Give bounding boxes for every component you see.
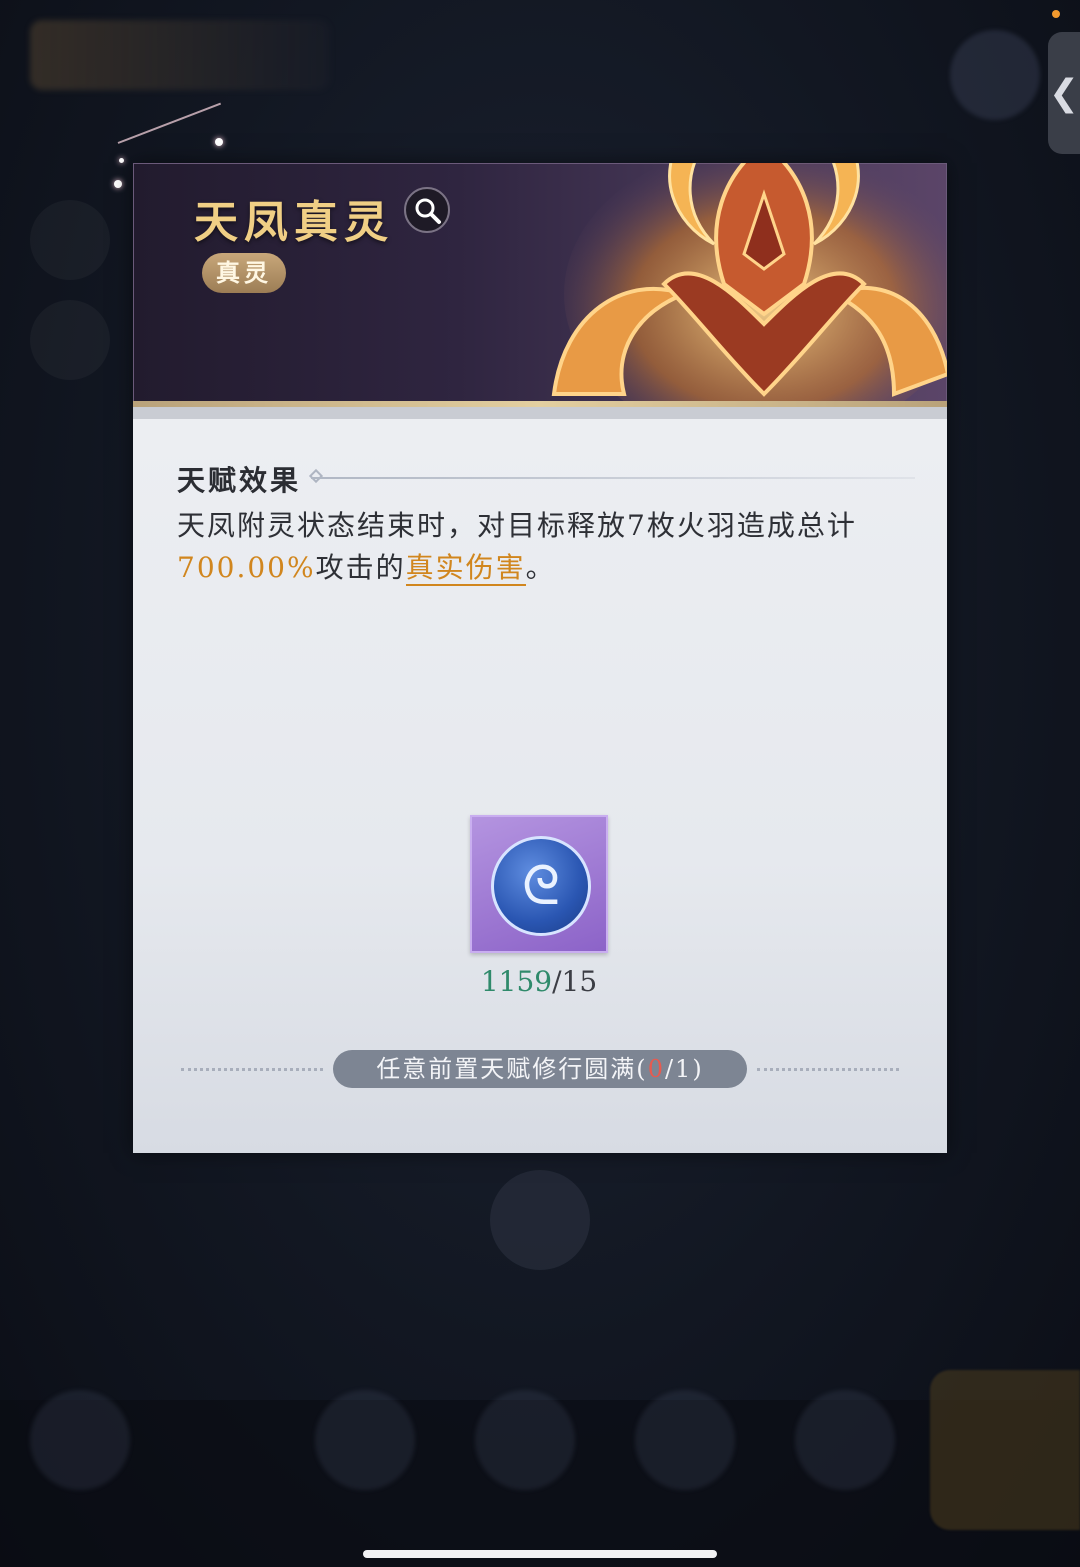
- talent-detail-panel: 天凤真灵 真灵 天赋效果 天凤附灵状态结束时，对目标释放7枚火羽造成总计 700.…: [133, 163, 947, 1153]
- panel-body: 天赋效果 天凤附灵状态结束时，对目标释放7枚火羽造成总计 700.00%攻击的真实…: [133, 419, 947, 1153]
- constellation-star: [114, 180, 122, 188]
- inspect-button[interactable]: [404, 187, 450, 233]
- home-indicator: [363, 1550, 717, 1558]
- item-count: 1159/15: [470, 965, 608, 998]
- item-separator: /: [552, 965, 562, 998]
- background-avatar-blur: [950, 30, 1040, 120]
- section-title: 天赋效果: [177, 464, 302, 497]
- desc-text: 攻击的: [315, 551, 406, 584]
- search-icon: [415, 198, 441, 224]
- nav-icon[interactable]: [315, 1390, 415, 1490]
- section-ornament: [308, 468, 324, 484]
- nav-icon[interactable]: [635, 1390, 735, 1490]
- requirement-dots: [757, 1068, 899, 1071]
- header-divider-shadow: [133, 407, 947, 419]
- requirement-dots: [181, 1068, 323, 1071]
- cost-item-slot[interactable]: ᘓ: [470, 815, 608, 953]
- requirement-text: 任意前置天赋修行圆满(: [376, 1055, 648, 1083]
- constellation-star: [215, 138, 223, 146]
- nav-icon[interactable]: [475, 1390, 575, 1490]
- side-collapse-tab[interactable]: ❮: [1048, 32, 1080, 154]
- background-node: [490, 1170, 590, 1270]
- background-blur: [30, 300, 110, 380]
- notification-dot: [1052, 10, 1060, 18]
- damage-percent: 700.00%: [177, 551, 316, 584]
- talent-title: 天凤真灵: [194, 197, 394, 248]
- chevron-left-icon: ❮: [1048, 72, 1080, 114]
- item-owned: 1159: [480, 965, 553, 998]
- constellation-star: [119, 158, 124, 163]
- nav-highlight-button[interactable]: [930, 1370, 1080, 1530]
- desc-text: 天凤附灵状态结束时，对目标释放7枚火羽造成总计: [177, 509, 857, 542]
- talent-description: 天凤附灵状态结束时，对目标释放7枚火羽造成总计 700.00%攻击的真实伤害。: [177, 505, 917, 589]
- item-required: 15: [561, 965, 598, 998]
- nav-icon[interactable]: [30, 1390, 130, 1490]
- requirement-current: 0: [647, 1055, 665, 1083]
- panel-header: 天凤真灵 真灵: [133, 163, 947, 404]
- background-blur: [30, 200, 110, 280]
- talent-type-badge: 真灵: [202, 253, 286, 293]
- phoenix-emblem-icon: [551, 163, 947, 404]
- desc-text: 。: [525, 551, 556, 584]
- requirement-badge: 任意前置天赋修行圆满(0/1): [333, 1050, 747, 1088]
- nav-icon[interactable]: [795, 1390, 895, 1490]
- true-damage-link[interactable]: 真实伤害: [405, 551, 526, 586]
- constellation-line: [117, 102, 222, 144]
- requirement-total: /1): [664, 1055, 704, 1083]
- spirit-swirl-icon: ᘓ: [521, 854, 561, 917]
- background-title-blur: [30, 20, 330, 90]
- section-divider: [311, 477, 915, 479]
- item-orb: ᘓ: [491, 836, 591, 936]
